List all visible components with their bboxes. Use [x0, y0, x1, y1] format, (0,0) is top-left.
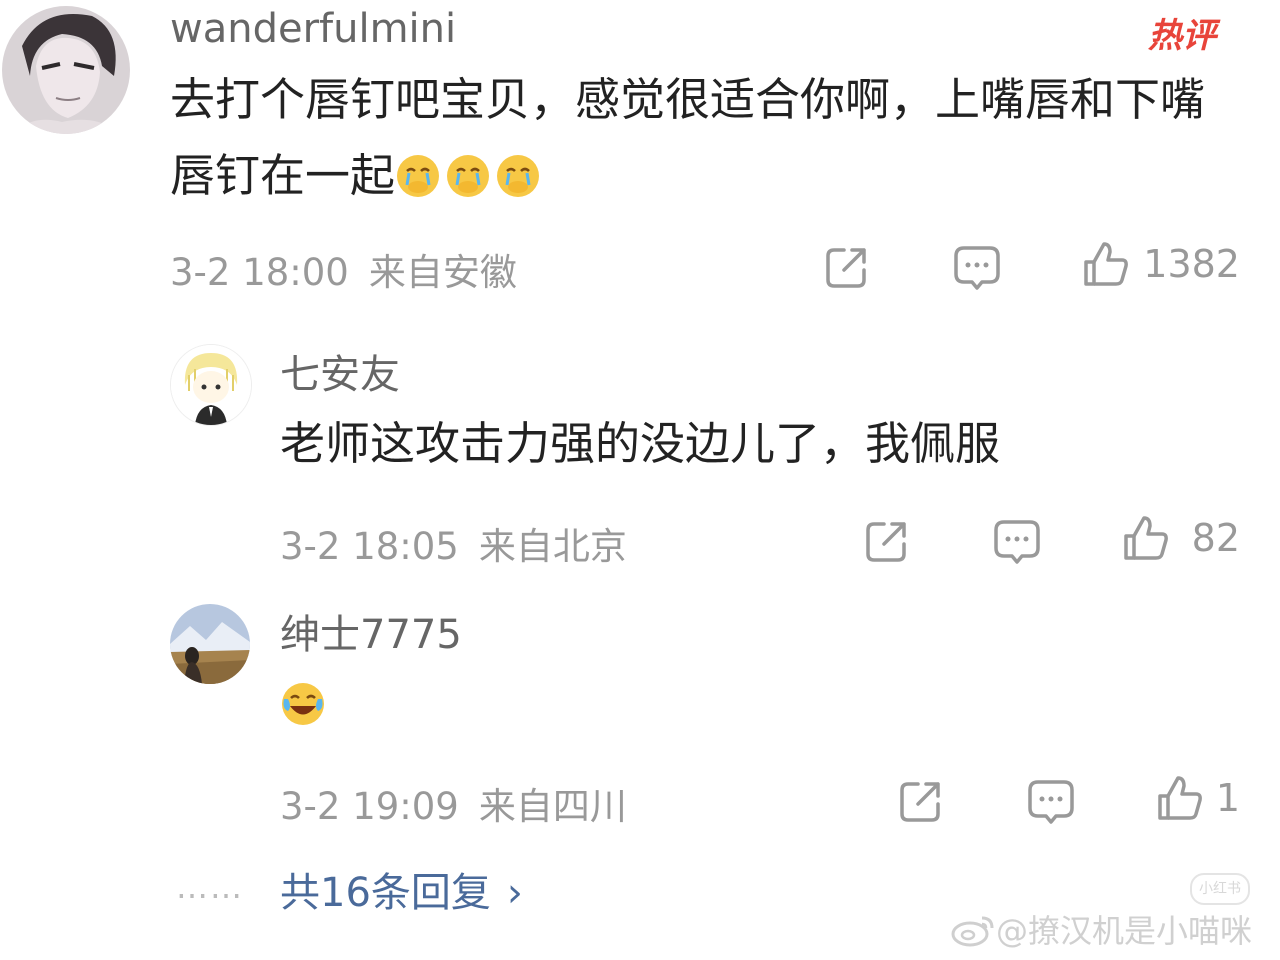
- share-button[interactable]: [896, 776, 946, 826]
- comment-meta: 3-2 19:09 来自四川: [280, 776, 627, 830]
- watermark: @撩汉机是小喵咪: [950, 906, 1252, 952]
- username[interactable]: 七安友: [280, 342, 400, 400]
- comment-location: 来自北京: [478, 525, 627, 568]
- comment-text: 老师这攻击力强的没边儿了，我佩服: [280, 417, 1001, 470]
- comment-location: 来自安徽: [368, 251, 517, 294]
- reply-button[interactable]: [992, 516, 1042, 566]
- weibo-icon: [950, 912, 996, 948]
- comment-time: 3-2 18:00: [170, 251, 349, 294]
- view-replies-label: 共16条回复: [280, 870, 491, 916]
- comment-icon: [994, 520, 1040, 564]
- comment-time: 3-2 19:09: [280, 785, 459, 828]
- laugh-cry-emoji: [280, 681, 326, 727]
- reply-button[interactable]: [952, 242, 1002, 292]
- comment-text: [280, 666, 1240, 742]
- like-count: 82: [1191, 516, 1240, 560]
- ellipsis-divider: ……: [176, 868, 244, 906]
- like-count: 1382: [1143, 242, 1240, 286]
- like-button[interactable]: [1120, 514, 1170, 564]
- like-icon: [1084, 242, 1128, 286]
- comment-icon: [1028, 780, 1074, 824]
- cry-cover-mouth-emoji: [395, 153, 441, 199]
- avatar[interactable]: [170, 604, 250, 684]
- cry-cover-mouth-emoji: [445, 153, 491, 199]
- comment-thread: wanderfulmini 热评 去打个唇钉吧宝贝，感觉很适合你啊，上嘴唇和下嘴…: [0, 0, 1280, 960]
- like-icon: [1124, 516, 1168, 560]
- app-badge: 小红书: [1190, 873, 1250, 905]
- comment-time: 3-2 18:05: [280, 525, 459, 568]
- comment-text: 去打个唇钉吧宝贝，感觉很适合你啊，上嘴唇和下嘴唇钉在一起: [170, 62, 1240, 214]
- view-replies-link[interactable]: 共16条回复 ›: [280, 860, 523, 918]
- comment-text-content: 去打个唇钉吧宝贝，感觉很适合你啊，上嘴唇和下嘴唇钉在一起: [170, 73, 1206, 202]
- username[interactable]: wanderfulmini: [170, 6, 456, 52]
- share-button[interactable]: [822, 242, 872, 292]
- share-icon: [866, 522, 906, 562]
- username[interactable]: 绅士7775: [280, 602, 462, 660]
- share-icon: [826, 248, 866, 288]
- share-icon: [900, 782, 940, 822]
- comment-icon: [954, 246, 1000, 290]
- comment-location: 来自四川: [478, 785, 627, 828]
- like-button[interactable]: [1080, 240, 1130, 290]
- avatar[interactable]: [2, 6, 130, 134]
- share-button[interactable]: [862, 516, 912, 566]
- cry-cover-mouth-emoji: [495, 153, 541, 199]
- reply-button[interactable]: [1026, 776, 1076, 826]
- like-count: 1: [1215, 776, 1240, 820]
- like-icon: [1158, 776, 1202, 820]
- hot-comment-badge: 热评: [1148, 16, 1216, 56]
- comment-meta: 3-2 18:00 来自安徽: [170, 242, 517, 296]
- watermark-text: @撩汉机是小喵咪: [996, 912, 1253, 950]
- avatar[interactable]: [170, 344, 252, 426]
- chevron-right-icon: ›: [506, 870, 523, 916]
- comment-meta: 3-2 18:05 来自北京: [280, 516, 627, 570]
- like-button[interactable]: [1154, 774, 1204, 824]
